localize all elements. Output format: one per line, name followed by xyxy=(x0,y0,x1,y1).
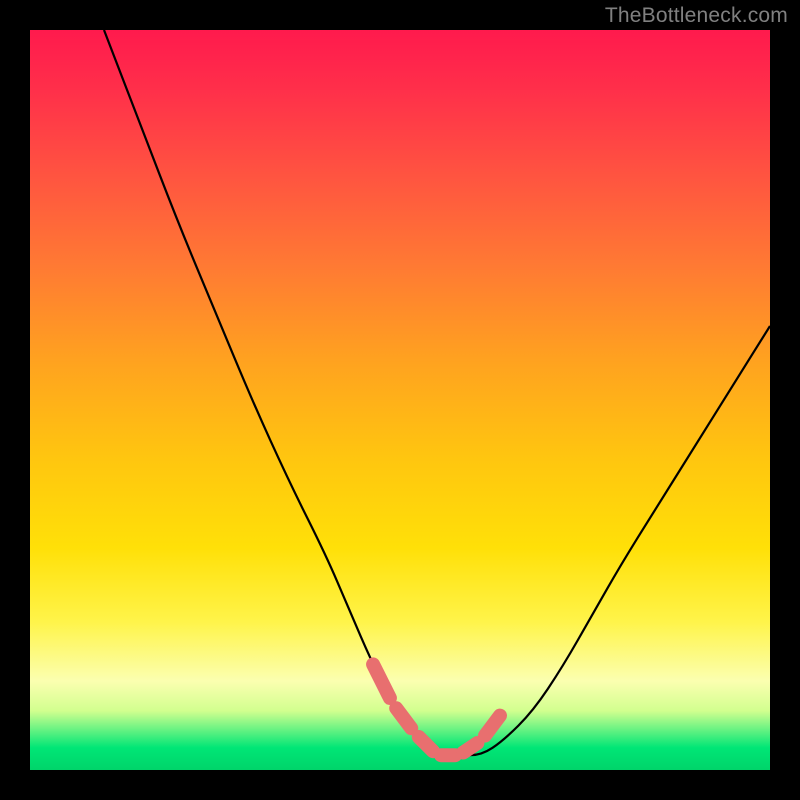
highlight-bead xyxy=(485,716,500,736)
highlight-bead xyxy=(463,743,477,752)
highlighted-minimum-segment xyxy=(373,664,500,755)
highlight-bead xyxy=(396,708,411,728)
highlight-bead xyxy=(373,664,390,698)
bottleneck-curve xyxy=(104,30,770,755)
chart-svg xyxy=(30,30,770,770)
chart-frame: TheBottleneck.com xyxy=(0,0,800,800)
highlight-bead xyxy=(419,737,433,751)
watermark-text: TheBottleneck.com xyxy=(605,4,788,28)
plot-area xyxy=(30,30,770,770)
